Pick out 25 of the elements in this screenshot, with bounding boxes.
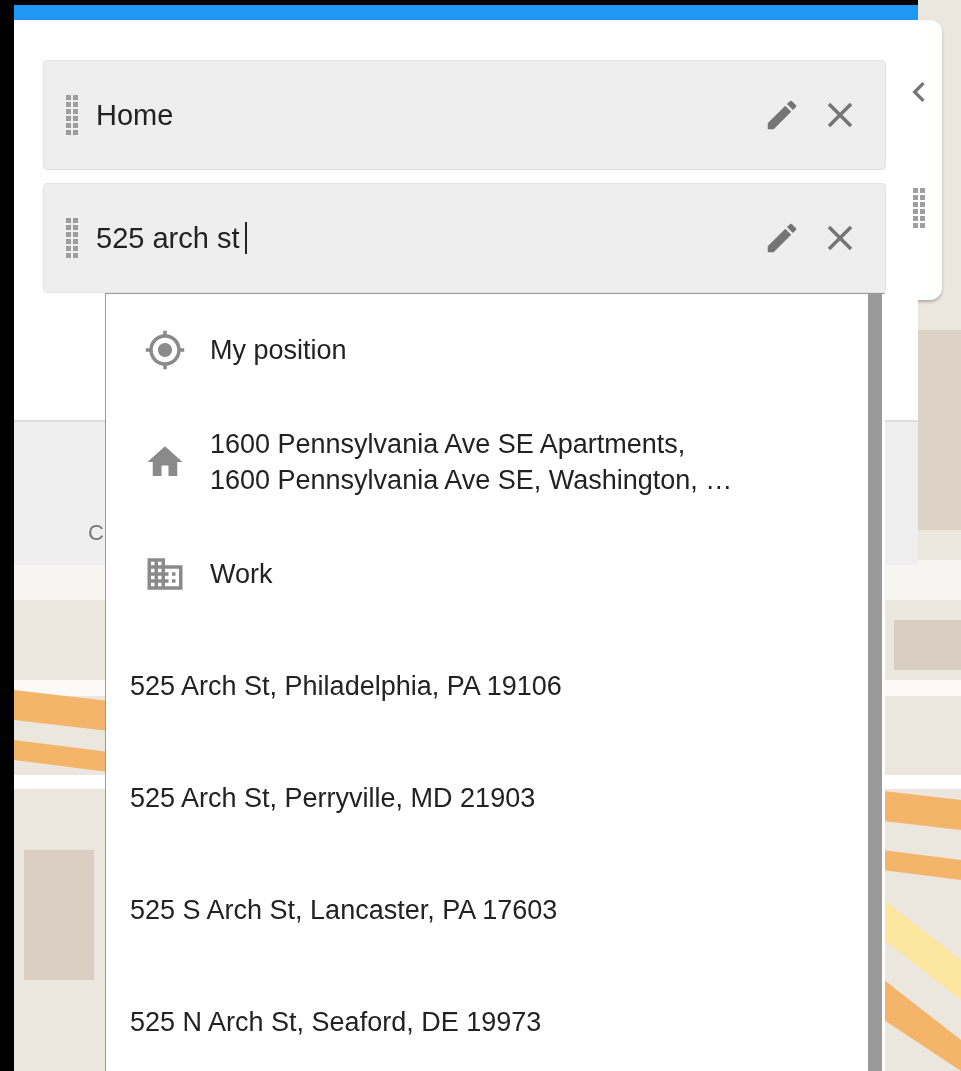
suggestion-text: 525 N Arch St, Seaford, DE 19973 — [130, 1006, 542, 1039]
waypoint-field[interactable]: Home — [43, 60, 886, 170]
waypoint-field[interactable]: 525 arch st — [43, 183, 886, 293]
drag-handle-icon[interactable] — [913, 188, 925, 228]
waypoint-text: 525 arch st — [96, 221, 745, 255]
suggestion-item[interactable]: Work — [106, 518, 885, 630]
suggestion-item[interactable]: 525 N Arch St, Seaford, DE 19973 — [106, 966, 885, 1071]
drag-handle-icon[interactable] — [66, 218, 78, 258]
suggestion-text: My position — [210, 334, 347, 367]
suggestion-title: 1600 Pennsylvania Ave SE Apartments, — [210, 428, 687, 461]
suggestion-text: 525 Arch St, Philadelphia, PA 19106 — [130, 670, 562, 703]
suggestion-item[interactable]: 525 S Arch St, Lancaster, PA 17603 — [106, 854, 885, 966]
suggestion-item[interactable]: My position — [106, 294, 885, 406]
waypoint-text: Home — [96, 98, 175, 132]
suggestion-item[interactable]: 1600 Pennsylvania Ave SE Apartments, 1600 Pennsylvania Ave SE, Washington, … — [106, 406, 885, 518]
my-location-icon — [144, 329, 186, 371]
suggestion-detail: 1600 Pennsylvania Ave SE, Washington, … — [210, 464, 733, 497]
suggestion-text: 525 S Arch St, Lancaster, PA 17603 — [130, 894, 558, 927]
scrollbar[interactable] — [868, 294, 882, 1071]
toolbar-label: C — [88, 520, 104, 546]
suggestion-item[interactable]: 525 Arch St, Philadelphia, PA 19106 — [106, 630, 885, 742]
suggestion-text: 525 Arch St, Perryville, MD 21903 — [130, 782, 536, 815]
drag-handle-icon[interactable] — [66, 95, 78, 135]
suggestion-item[interactable]: 525 Arch St, Perryville, MD 21903 — [106, 742, 885, 854]
suggestion-text: Work — [210, 558, 273, 591]
